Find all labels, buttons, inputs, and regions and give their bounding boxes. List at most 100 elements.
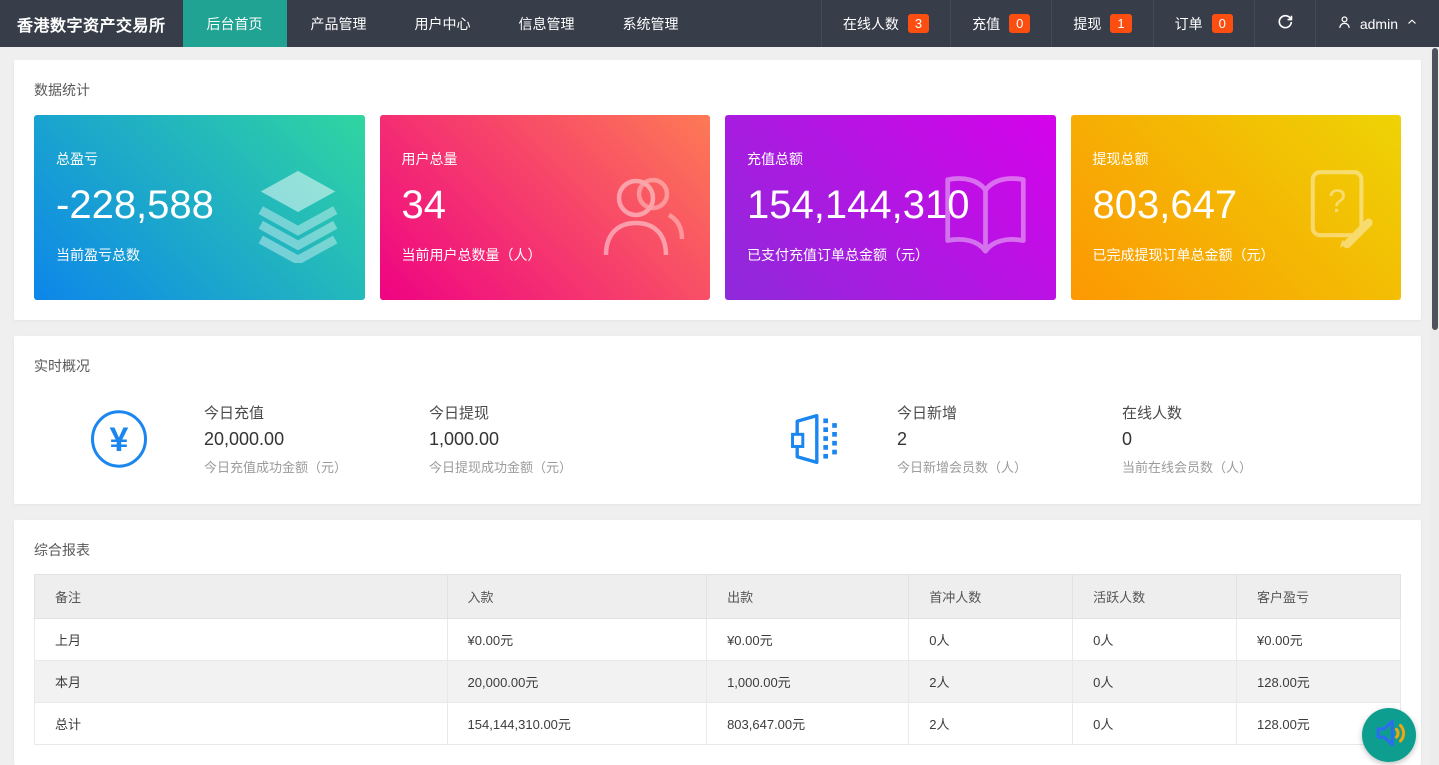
yen-circle-icon: ¥ [34,410,204,468]
online-members-group: 在线人数 0 当前在线会员数（人） [1122,402,1347,476]
nav-tab-users[interactable]: 用户中心 [391,0,495,47]
stat-desc: 今日充值成功金额（元） [204,457,429,476]
card-label: 充值总额 [747,149,1034,169]
realtime-row: ¥ 今日充值 20,000.00 今日充值成功金额（元） 今日提现 1,000.… [34,402,1401,476]
stat-value: 0 [1122,429,1347,450]
deposit-label: 充值 [972,14,1000,34]
cell: 2人 [909,661,1073,703]
cell: ¥0.00元 [1237,619,1401,661]
card-value: 34 [402,182,689,228]
online-users-badge: 3 [908,14,929,33]
cell: 2人 [909,703,1073,745]
card-desc: 已支付充值订单总金额（元） [747,245,1034,265]
cell: 20,000.00元 [447,661,707,703]
realtime-panel: 实时概况 ¥ 今日充值 20,000.00 今日充值成功金额（元） 今日提现 1… [14,336,1421,504]
nav-tab-products[interactable]: 产品管理 [287,0,391,47]
table-row-this-month: 本月 20,000.00元 1,000.00元 2人 0人 128.00元 [35,661,1401,703]
report-panel-title: 综合报表 [34,540,1401,560]
stat-label: 在线人数 [1122,402,1347,423]
stat-desc: 今日提现成功金额（元） [429,457,759,476]
summary-report-table: 备注 入款 出款 首冲人数 活跃人数 客户盈亏 上月 ¥0.00元 ¥0.00元… [34,574,1401,745]
card-label: 用户总量 [402,149,689,169]
stats-panel-title: 数据统计 [34,80,1401,100]
table-row-last-month: 上月 ¥0.00元 ¥0.00元 0人 0人 ¥0.00元 [35,619,1401,661]
withdraw-badge: 1 [1110,14,1131,33]
stat-label: 今日充值 [204,402,429,423]
realtime-panel-title: 实时概况 [34,356,1401,376]
card-label: 总盈亏 [56,149,343,169]
card-value: -228,588 [56,182,343,228]
cell: 0人 [909,619,1073,661]
col-header-first-deposit: 首冲人数 [909,575,1073,619]
vertical-scrollbar-thumb[interactable] [1432,48,1438,330]
brand-title: 香港数字资产交易所 [0,0,183,47]
today-new-members-group: 今日新增 2 今日新增会员数（人） [897,402,1122,476]
cell: 803,647.00元 [707,703,909,745]
user-name: admin [1360,16,1398,32]
cell: 0人 [1073,703,1237,745]
nav-tab-label: 用户中心 [415,14,471,34]
stat-card-total-pnl: 总盈亏 -228,588 当前盈亏总数 [34,115,365,300]
today-deposit-group: 今日充值 20,000.00 今日充值成功金额（元） [204,402,429,476]
speaker-icon [1369,713,1409,758]
cell: 128.00元 [1237,661,1401,703]
stat-label: 今日新增 [897,402,1122,423]
stat-value: 2 [897,429,1122,450]
col-header-outflow: 出款 [707,575,909,619]
deposit-item[interactable]: 充值 0 [950,0,1051,47]
today-withdraw-group: 今日提现 1,000.00 今日提现成功金额（元） [429,402,759,476]
table-header-row: 备注 入款 出款 首冲人数 活跃人数 客户盈亏 [35,575,1401,619]
audio-announcement-button[interactable] [1362,708,1416,762]
cell: ¥0.00元 [707,619,909,661]
stat-card-total-users: 用户总量 34 当前用户总数量（人） [380,115,711,300]
stats-panel: 数据统计 总盈亏 -228,588 当前盈亏总数 用户总量 34 [14,60,1421,320]
orders-badge: 0 [1212,14,1233,33]
cell: 本月 [35,661,448,703]
col-header-remark: 备注 [35,575,448,619]
nav-tab-system[interactable]: 系统管理 [599,0,703,47]
stat-desc: 今日新增会员数（人） [897,457,1122,476]
card-desc: 已完成提现订单总金额（元） [1093,245,1380,265]
col-header-inflow: 入款 [447,575,707,619]
vertical-scrollbar-track[interactable] [1430,47,1439,765]
user-icon [1336,14,1353,34]
online-users-item[interactable]: 在线人数 3 [821,0,950,47]
user-menu[interactable]: admin [1315,0,1439,47]
card-value: 803,647 [1093,182,1380,228]
cell: 0人 [1073,619,1237,661]
cell: 上月 [35,619,448,661]
refresh-button[interactable] [1254,0,1315,47]
stat-label: 今日提现 [429,402,759,423]
chevron-up-icon [1405,15,1419,32]
stat-value: 20,000.00 [204,429,429,450]
withdraw-label: 提现 [1073,14,1101,34]
report-panel: 综合报表 备注 入款 出款 首冲人数 活跃人数 客户盈亏 上月 ¥0.00元 [14,520,1421,765]
new-members-icon [759,411,869,467]
cell: ¥0.00元 [447,619,707,661]
table-row-total: 总计 154,144,310.00元 803,647.00元 2人 0人 128… [35,703,1401,745]
nav-tab-dashboard[interactable]: 后台首页 [183,0,287,47]
cell: 0人 [1073,661,1237,703]
card-value: 154,144,310 [747,182,1034,228]
stat-cards: 总盈亏 -228,588 当前盈亏总数 用户总量 34 当前用户总数量（人） [34,115,1401,300]
col-header-client-pnl: 客户盈亏 [1237,575,1401,619]
card-desc: 当前盈亏总数 [56,245,343,265]
refresh-icon [1276,13,1294,34]
top-navbar: 香港数字资产交易所 后台首页 产品管理 用户中心 信息管理 系统管理 在线人数 … [0,0,1439,47]
card-desc: 当前用户总数量（人） [402,245,689,265]
orders-item[interactable]: 订单 0 [1153,0,1254,47]
col-header-active-users: 活跃人数 [1073,575,1237,619]
cell: 1,000.00元 [707,661,909,703]
navbar-right: 在线人数 3 充值 0 提现 1 订单 0 admin [821,0,1439,47]
stat-card-total-withdraw: 提现总额 803,647 已完成提现订单总金额（元） ? [1071,115,1402,300]
withdraw-item[interactable]: 提现 1 [1051,0,1152,47]
nav-tab-information[interactable]: 信息管理 [495,0,599,47]
main-menu: 后台首页 产品管理 用户中心 信息管理 系统管理 [183,0,703,47]
nav-tab-label: 后台首页 [207,14,263,34]
stat-desc: 当前在线会员数（人） [1122,457,1347,476]
page-content: 数据统计 总盈亏 -228,588 当前盈亏总数 用户总量 34 [0,47,1439,765]
stat-value: 1,000.00 [429,429,759,450]
deposit-badge: 0 [1009,14,1030,33]
cell: 154,144,310.00元 [447,703,707,745]
online-users-label: 在线人数 [843,14,899,34]
